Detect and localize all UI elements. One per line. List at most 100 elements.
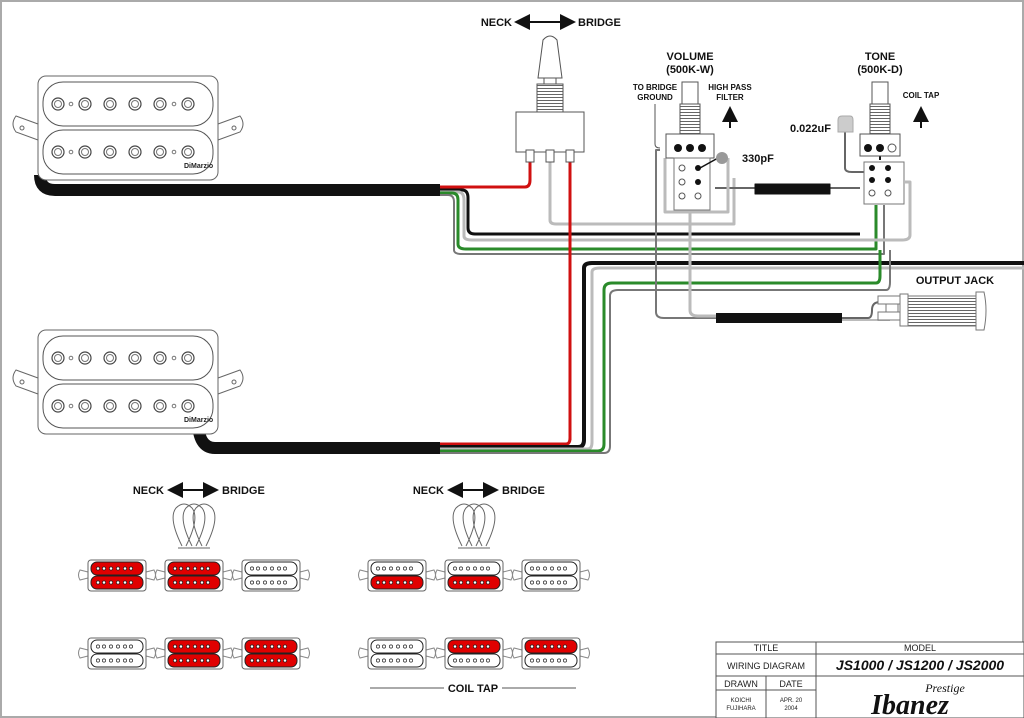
- mini-pole: [123, 566, 127, 571]
- pole-piece-inner: [184, 100, 192, 108]
- mini-pickup: [155, 637, 233, 670]
- mini-pole: [396, 566, 400, 571]
- volume-lug-2: [686, 144, 694, 152]
- mini-pole: [179, 566, 183, 571]
- mini-pole: [263, 580, 267, 585]
- volume-pot-value: (500K-W): [666, 64, 714, 76]
- mini-pole: [563, 644, 567, 649]
- tone-knob-shaft[interactable]: [871, 81, 889, 105]
- mini-pole: [403, 566, 407, 571]
- mini-pole: [396, 644, 400, 649]
- legend-label-neck: NECK: [413, 485, 444, 497]
- pole-screw: [171, 101, 177, 107]
- mini-pole: [129, 566, 133, 571]
- mini-pole: [473, 580, 477, 585]
- mini-pole: [263, 658, 267, 663]
- mini-pole: [193, 644, 197, 649]
- mini-ear: [299, 647, 310, 659]
- mini-pole: [256, 580, 260, 585]
- mini-pole: [557, 580, 561, 585]
- pole-piece-inner: [156, 402, 164, 410]
- mini-pole: [409, 644, 413, 649]
- mini-pickup: [512, 637, 590, 670]
- mini-pole: [102, 658, 106, 663]
- output-jack[interactable]: OUTPUT JACK: [877, 275, 994, 331]
- legend-label-bridge: BRIDGE: [502, 485, 545, 497]
- tone-lug-2: [876, 144, 884, 152]
- pole-piece-inner: [106, 100, 114, 108]
- mini-ear: [502, 569, 513, 581]
- mini-pole: [96, 566, 100, 571]
- switch-label-bridge: BRIDGE: [578, 17, 621, 29]
- mini-pole: [557, 644, 561, 649]
- mini-pole: [102, 644, 106, 649]
- model-value: JS1000 / JS1200 / JS2000: [836, 657, 1004, 673]
- mini-pole: [283, 658, 287, 663]
- mini-pole: [116, 644, 120, 649]
- mini-pole: [277, 566, 281, 571]
- mini-ear: [512, 647, 523, 659]
- mini-pole: [543, 580, 547, 585]
- pole-piece-inner: [106, 354, 114, 362]
- mini-ear: [232, 647, 243, 659]
- mini-pole: [459, 644, 463, 649]
- mini-pole: [403, 580, 407, 585]
- mini-pickup: [155, 559, 233, 592]
- mini-ear: [145, 569, 156, 581]
- mounting-ear: [217, 369, 244, 395]
- pole-piece-inner: [184, 354, 192, 362]
- mini-pole: [389, 658, 393, 663]
- title-header: TITLE: [754, 643, 779, 653]
- switch-lug-common: [545, 149, 555, 163]
- pole-piece-inner: [81, 354, 89, 362]
- mini-pole: [473, 566, 477, 571]
- jack-lug-sleeve: [877, 311, 903, 321]
- mini-pole: [563, 580, 567, 585]
- volume-pot[interactable]: VOLUME (500K-W) TO BRIDGE GROUND HIGH PA…: [633, 51, 774, 211]
- mini-pole: [200, 566, 204, 571]
- mini-pole: [109, 566, 113, 571]
- ground-note-leader: [654, 104, 661, 149]
- tone-pot[interactable]: TONE (500K-D) COIL TAP 0.022uF: [790, 51, 940, 205]
- mini-pole: [263, 644, 267, 649]
- switch-tip[interactable]: [537, 35, 563, 79]
- switch-lug-bridge: [565, 149, 575, 163]
- jack-lug-mid: [885, 303, 899, 313]
- mini-pole: [270, 566, 274, 571]
- mini-pole: [563, 566, 567, 571]
- pole-piece-inner: [54, 100, 62, 108]
- mini-pole: [389, 644, 393, 649]
- mini-pole: [109, 580, 113, 585]
- shielded-cable-output: [716, 313, 842, 323]
- date-1: APR. 20: [780, 698, 803, 704]
- mini-pole: [173, 644, 177, 649]
- mini-pickup: [78, 559, 156, 592]
- pickup-selector-switch[interactable]: NECK BRIDGE: [481, 14, 621, 163]
- mini-pole: [466, 566, 470, 571]
- shielded-cable-vol-tone: [754, 183, 831, 195]
- mini-ear: [502, 647, 513, 659]
- mini-pole: [277, 580, 281, 585]
- mini-pole: [96, 644, 100, 649]
- pole-piece-inner: [131, 354, 139, 362]
- pole-piece-inner: [156, 354, 164, 362]
- mini-pole: [283, 580, 287, 585]
- mini-pole: [543, 658, 547, 663]
- mini-pole: [536, 658, 540, 663]
- wire-gray-bridge: [440, 250, 891, 454]
- mini-pole: [563, 658, 567, 663]
- mini-pole: [193, 580, 197, 585]
- mini-ear: [232, 569, 243, 581]
- mini-ear: [358, 647, 369, 659]
- wire-green-bridge: [440, 250, 882, 453]
- tone-switch-lug: [884, 189, 892, 197]
- mini-pole: [480, 580, 484, 585]
- mini-pole: [473, 658, 477, 663]
- volume-knob-shaft[interactable]: [681, 81, 699, 105]
- mini-pole: [256, 566, 260, 571]
- mini-ear: [78, 569, 89, 581]
- mini-ear: [78, 647, 89, 659]
- mini-pole: [530, 644, 534, 649]
- mini-pole: [200, 644, 204, 649]
- mini-pole: [396, 658, 400, 663]
